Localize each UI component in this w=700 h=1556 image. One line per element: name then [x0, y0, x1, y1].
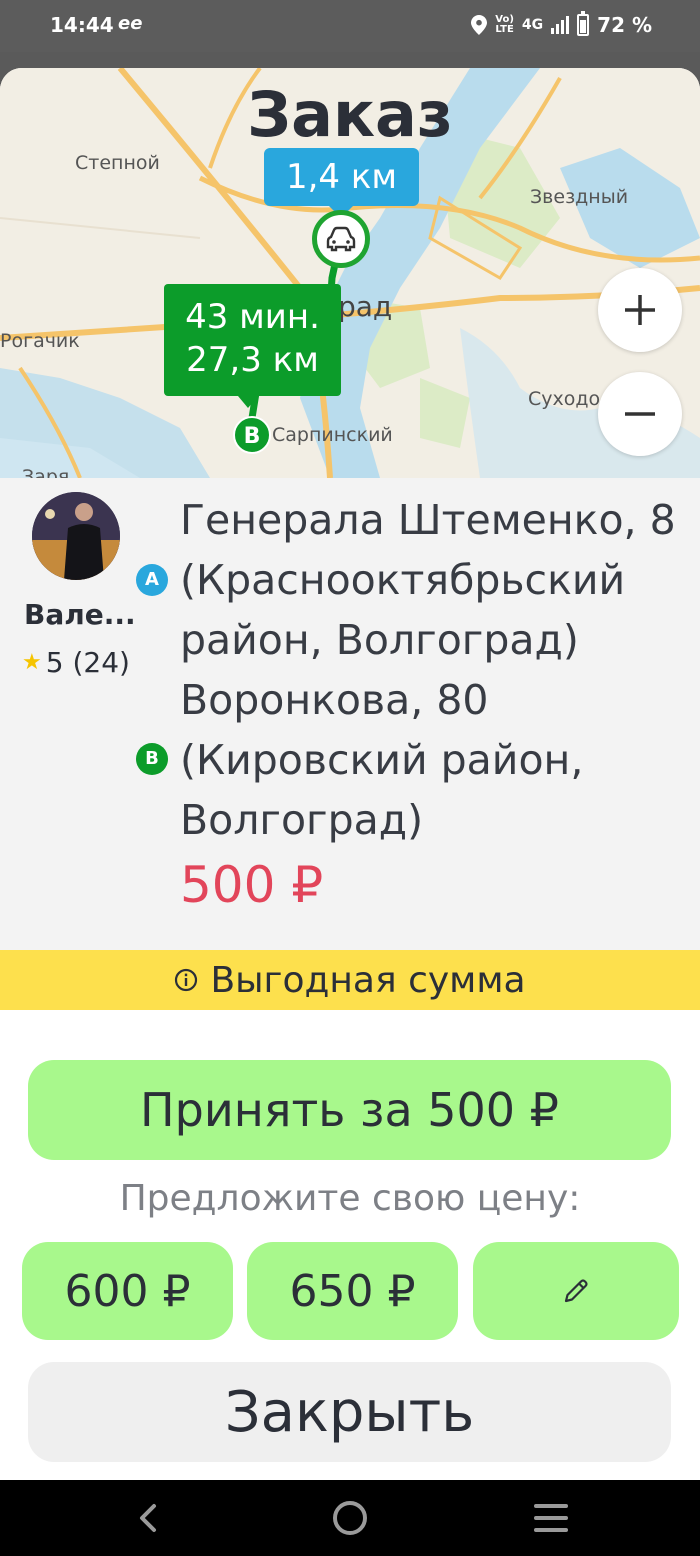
- map-label-stepnoy: Степной: [75, 152, 160, 174]
- order-price: 500 ₽: [180, 856, 324, 914]
- destination-marker: B: [233, 416, 271, 454]
- promo-banner: Выгодная сумма: [0, 950, 700, 1010]
- system-nav-bar: [0, 1480, 700, 1556]
- info-icon: [175, 968, 198, 992]
- rating-value: 5 (24): [45, 646, 130, 679]
- driver-name: Вале...: [24, 598, 136, 631]
- order-title: Заказ: [247, 78, 453, 151]
- minus-icon: [625, 412, 655, 416]
- order-sheet: Степной Звездный Рогачик рад Суходол Сар…: [0, 68, 700, 1480]
- battery-percent: 72 %: [597, 13, 652, 37]
- map-label-zarya: Заря: [22, 466, 70, 478]
- volte-icon: Vo) LTE: [495, 15, 514, 35]
- close-button[interactable]: Закрыть: [28, 1362, 671, 1462]
- app-notification-icon: ee: [118, 13, 143, 34]
- pickup-distance-badge: 1,4 км: [264, 148, 419, 218]
- map-label-sarpinsky: Сарпинский: [272, 424, 393, 446]
- status-icons: Vo) LTE 4G 72 %: [471, 11, 652, 37]
- plus-icon: [625, 295, 655, 325]
- pencil-icon: [564, 1279, 588, 1303]
- network-type: 4G: [521, 17, 544, 33]
- route-summary-badge: 43 мин. 27,3 км: [164, 284, 341, 408]
- signal-icon: [551, 16, 570, 34]
- trip-time: 43 мин.: [185, 297, 320, 337]
- car-marker: [312, 210, 370, 268]
- screen: 14:44 ee Vo) LTE 4G 72 % Степной Звездны…: [0, 0, 700, 1556]
- pickup-address: Генерала Штеменко, 8 (Краснооктябрьский …: [180, 496, 676, 664]
- status-bar: 14:44 ee Vo) LTE 4G 72 %: [0, 0, 700, 52]
- star-icon: ★: [22, 650, 42, 675]
- battery-icon: [577, 11, 590, 36]
- back-icon[interactable]: [130, 1500, 166, 1536]
- accept-button[interactable]: Принять за 500 ₽: [28, 1060, 671, 1160]
- offer-650-button[interactable]: 650 ₽: [247, 1242, 458, 1340]
- map-label-rogachik: Рогачик: [0, 330, 80, 352]
- status-time: 14:44: [50, 13, 114, 37]
- route-map[interactable]: Степной Звездный Рогачик рад Суходол Сар…: [0, 68, 700, 478]
- location-icon: [471, 15, 488, 35]
- driver-rating: ★ 5 (24): [22, 646, 130, 679]
- pickup-marker-icon: A: [136, 564, 168, 596]
- driver-avatar[interactable]: [32, 492, 120, 580]
- trip-distance: 27,3 км: [186, 340, 319, 380]
- custom-price-button[interactable]: [473, 1242, 679, 1340]
- home-icon[interactable]: [333, 1501, 367, 1535]
- volte-bottom-text: LTE: [495, 24, 514, 35]
- map-label-zvezdny: Звездный: [530, 186, 629, 208]
- zoom-out-button[interactable]: [598, 372, 682, 456]
- destination-address: Воронкова, 80 (Кировский район, Волгогра…: [180, 676, 584, 844]
- offer-600-button[interactable]: 600 ₽: [22, 1242, 233, 1340]
- offer-price-label: Предложите свою цену:: [119, 1178, 581, 1219]
- map-label-grad: рад: [338, 290, 393, 323]
- zoom-in-button[interactable]: [598, 268, 682, 352]
- avatar-photo: [32, 492, 120, 580]
- destination-marker-icon: B: [136, 743, 168, 775]
- order-info: Вале... ★ 5 (24) A Генерала Штеменко, 8 …: [0, 478, 700, 950]
- promo-text: Выгодная сумма: [210, 959, 526, 1001]
- menu-icon[interactable]: [534, 1504, 568, 1540]
- car-icon: [326, 226, 356, 252]
